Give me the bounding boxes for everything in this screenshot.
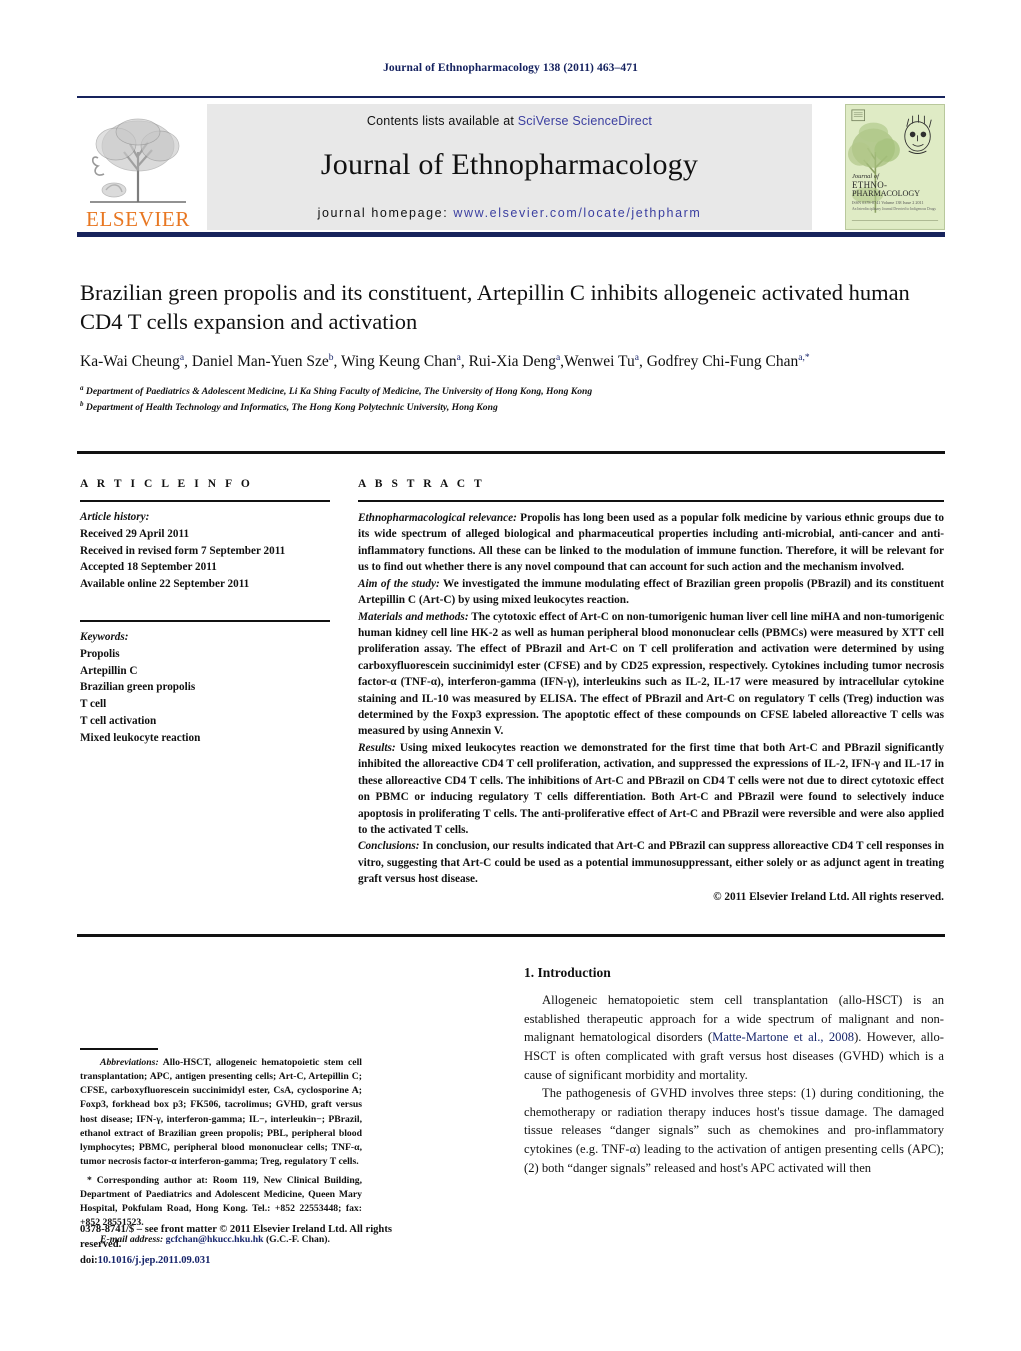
keyword-items: Propolis Artepillin C Brazilian green prop… (80, 646, 330, 747)
masthead-bottom-rule (77, 232, 945, 237)
citation-link-matte-martone[interactable]: Matte-Martone et al., 2008 (712, 1030, 854, 1044)
affiliation-item: b Department of Health Technology and In… (80, 399, 940, 415)
article-history-item: Accepted 18 September 2011 (80, 561, 217, 574)
abstract-top-rule (77, 451, 945, 454)
keyword-item: Mixed leukocyte reaction (80, 731, 201, 744)
keywords-body: Keywords: Propolis Artepillin C Brazilian … (80, 629, 330, 747)
homepage-prefix: journal homepage: (317, 206, 454, 220)
article-history-block: Article history: Received 29 April 2011 R… (80, 509, 330, 593)
abstract-paragraph-text: Using mixed leukocytes reaction we demon… (358, 741, 944, 837)
author-affiliation-marker: a (555, 352, 561, 363)
affiliation-text: Department of Health Technology and Info… (83, 402, 498, 414)
author-affiliation-marker: a (456, 352, 461, 363)
article-history-label: Article history: (80, 511, 150, 523)
abstract-paragraph: Aim of the study: We investigated the im… (358, 576, 944, 609)
author-name: Daniel Man-Yuen Sze (191, 352, 329, 370)
affiliation-item: a Department of Paediatrics & Adolescent… (80, 383, 940, 399)
masthead-top-rule (77, 96, 945, 98)
page-title: Brazilian green propolis and its constit… (80, 280, 910, 335)
article-info-column: A R T I C L E I N F O Article history: R… (80, 478, 330, 747)
article-history-item: Available online 22 September 2011 (80, 578, 250, 591)
introduction-section: 1. Introduction Allogeneic hematopoietic… (524, 965, 944, 1177)
abstract-body: Ethnopharmacological relevance: Propolis… (358, 510, 944, 888)
keywords-label: Keywords: (80, 630, 129, 643)
abstract-paragraph-text: We investigated the immune modulating ef… (358, 577, 944, 607)
abstract-paragraph-label: Conclusions: (358, 840, 420, 853)
author-name: Wenwei Tu (564, 352, 635, 370)
introduction-paragraph-2: The pathogenesis of GVHD involves three … (524, 1086, 944, 1175)
issn-doi-footer: 0378-8741/$ – see front matter © 2011 El… (80, 1222, 400, 1268)
abstract-paragraph-text: In conclusion, our results indicated tha… (358, 840, 944, 886)
abstract-paragraph: Results: Using mixed leukocytes reaction… (358, 740, 944, 839)
journal-cover-thumbnail[interactable]: Journal of ETHNO- PHARMACOLOGY ISSN 0378… (845, 104, 945, 230)
journal-masthead: ELSEVIER Contents lists available at Sci… (77, 96, 945, 238)
affiliation-list: a Department of Paediatrics & Adolescent… (80, 383, 940, 415)
journal-homepage-line: journal homepage: www.elsevier.com/locat… (318, 206, 702, 220)
author-name: Ka-Wai Cheung (80, 352, 180, 370)
masthead-center-panel: Contents lists available at SciVerse Sci… (207, 104, 812, 230)
abstract-column: A B S T R A C T Ethnopharmacological rel… (358, 478, 944, 903)
introduction-paragraph-1: Allogeneic hematopoietic stem cell trans… (524, 991, 944, 1084)
cover-line-4: ISSN 0378-8741 Volume 138 Issue 2 2011 (852, 199, 924, 205)
keyword-item: T cell (80, 698, 107, 711)
contents-available-line: Contents lists available at SciVerse Sci… (367, 114, 652, 128)
keyword-item: Brazilian green propolis (80, 681, 196, 694)
elsevier-wordmark: ELSEVIER (86, 207, 190, 231)
abstract-paragraph-label: Ethnopharmacological relevance: (358, 512, 517, 524)
keyword-item: Artepillin C (80, 664, 138, 677)
abstract-paragraph-text: The cytotoxic effect of Art-C on non-tum… (358, 610, 944, 738)
elsevier-tree-icon (90, 118, 186, 203)
author-affiliation-marker: a,* (798, 352, 810, 363)
title-block: Brazilian green propolis and its constit… (80, 278, 940, 415)
doi-link[interactable]: 10.1016/j.jep.2011.09.031 (98, 1255, 211, 1266)
author-affiliation-marker: a (634, 352, 639, 363)
author-name: Rui-Xia Deng (468, 352, 556, 370)
issn-line: 0378-8741/$ – see front matter © 2011 El… (80, 1224, 392, 1251)
author-name: Godfrey Chi-Fung Chan (646, 352, 799, 370)
abstract-paragraph: Conclusions: In conclusion, our results … (358, 838, 944, 887)
running-head: Journal of Ethnopharmacology 138 (2011) … (383, 62, 638, 74)
abstract-paragraph-label: Results: (358, 741, 396, 754)
author-name: Wing Keung Chan (340, 352, 457, 370)
abstract-rule (358, 500, 944, 502)
article-info-heading: A R T I C L E I N F O (80, 478, 253, 490)
footnote-block: Abbreviations: Allo-HSCT, allogeneic hem… (80, 1048, 362, 1247)
abbreviations-note: Abbreviations: Allo-HSCT, allogeneic hem… (80, 1056, 362, 1170)
article-history-items: Received 29 April 2011 Received in revise… (80, 526, 330, 593)
author-list: Ka-Wai Cheunga, Daniel Man-Yuen Szeb, Wi… (80, 352, 810, 370)
abbreviations-label: Abbreviations: (100, 1056, 159, 1068)
journal-article-page: Journal of Ethnopharmacology 138 (2011) … (0, 0, 1021, 1351)
article-history-item: Received 29 April 2011 (80, 527, 190, 540)
affiliation-text: Department of Paediatrics & Adolescent M… (83, 386, 593, 398)
journal-title: Journal of Ethnopharmacology (320, 148, 699, 181)
article-history-item: Received in revised form 7 September 201… (80, 544, 286, 557)
cover-title-text: Journal of ETHNO- PHARMACOLOGY ISSN 0378… (852, 173, 940, 212)
footnote-rule (80, 1048, 158, 1050)
keywords-block: Keywords: Propolis Artepillin C Brazilian … (80, 619, 330, 747)
keyword-item: T cell activation (80, 714, 157, 727)
doi-line: doi:10.1016/j.jep.2011.09.031 (80, 1253, 400, 1268)
abstract-paragraph: Ethnopharmacological relevance: Propolis… (358, 510, 944, 576)
abstract-paragraph-label: Aim of the study: (358, 577, 440, 590)
keywords-rule (80, 619, 330, 622)
article-info-rule (80, 500, 330, 502)
elsevier-logo: ELSEVIER (84, 104, 192, 230)
cover-line-5: An Interdisciplinary Journal Devoted to … (852, 207, 936, 212)
copyright-line: © 2011 Elsevier Ireland Ltd. All rights … (713, 890, 944, 903)
abstract-heading: A B S T R A C T (358, 478, 485, 490)
homepage-url-link[interactable]: www.elsevier.com/locate/jethpharm (453, 206, 701, 220)
abbreviations-text: Allo-HSCT, allogeneic hematopoietic stem… (80, 1056, 362, 1168)
author-affiliation-marker: a (179, 352, 185, 363)
contents-prefix: Contents lists available at (366, 114, 518, 128)
author-affiliation-marker: b (328, 352, 334, 363)
doi-prefix: doi: (80, 1254, 98, 1266)
introduction-heading: 1. Introduction (524, 965, 611, 980)
abstract-paragraph: Materials and methods: The cytotoxic eff… (358, 609, 944, 740)
sciencedirect-link[interactable]: SciVerse ScienceDirect (518, 114, 652, 128)
cover-line-3: PHARMACOLOGY (852, 189, 920, 199)
keyword-item: Propolis (80, 647, 120, 660)
abstract-paragraph-label: Materials and methods: (358, 610, 469, 623)
abstract-bottom-rule (77, 934, 945, 937)
